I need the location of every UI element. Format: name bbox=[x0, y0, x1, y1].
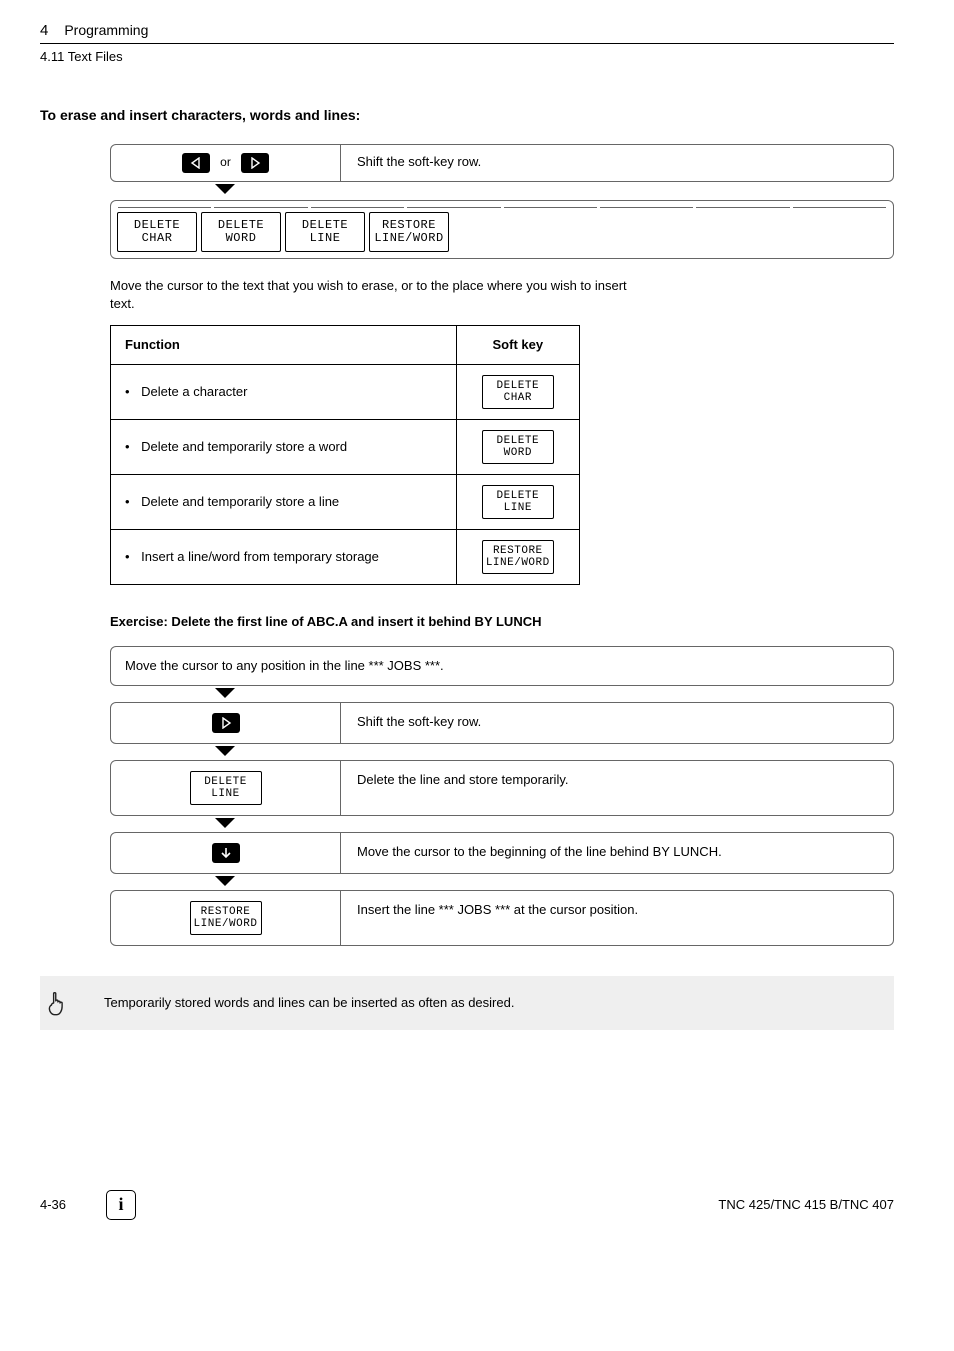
arrow-right-key[interactable] bbox=[212, 713, 240, 733]
table-row: • Delete and temporarily store a word DE… bbox=[111, 420, 580, 475]
shift-keys-group: or bbox=[111, 145, 341, 181]
softkey-line2: CHAR bbox=[142, 232, 173, 245]
flow-arrow bbox=[110, 686, 340, 702]
flow-step-5-text: Insert the line *** JOBS *** at the curs… bbox=[341, 891, 893, 945]
flow-step-4: Move the cursor to the beginning of the … bbox=[110, 832, 894, 874]
section-number: 4.11 bbox=[40, 49, 64, 64]
flow-arrow bbox=[110, 874, 340, 890]
flow-step-4-text: Move the cursor to the beginning of the … bbox=[341, 833, 893, 873]
info-icon: i bbox=[106, 1190, 136, 1220]
page-header: 4 Programming bbox=[40, 20, 894, 44]
softkey-restore-line-word[interactable]: RESTORE LINE/WORD bbox=[190, 901, 262, 935]
softkey-line2: LINE/WORD bbox=[374, 232, 443, 245]
table-row: • Delete a character DELETE CHAR bbox=[111, 365, 580, 420]
softkey-delete-line[interactable]: DELETE LINE bbox=[482, 485, 554, 519]
arrow-right-key[interactable] bbox=[241, 153, 269, 173]
note-text: Temporarily stored words and lines can b… bbox=[104, 994, 514, 1012]
page-footer: 4-36 i TNC 425/TNC 415 B/TNC 407 bbox=[40, 1190, 894, 1220]
table-row: • Insert a line/word from temporary stor… bbox=[111, 530, 580, 585]
flow-step-3-text: Delete the line and store temporarily. bbox=[341, 761, 893, 815]
flow-step-2: Shift the soft-key row. bbox=[110, 702, 894, 744]
hand-icon bbox=[40, 986, 80, 1020]
fn-text: Delete a character bbox=[141, 383, 247, 401]
shift-instruction: Shift the soft-key row. bbox=[341, 145, 893, 181]
table-row: • Delete and temporarily store a line DE… bbox=[111, 475, 580, 530]
flow-step-1: Move the cursor to any position in the l… bbox=[110, 646, 894, 686]
or-label: or bbox=[220, 154, 231, 171]
softkey-line1: RESTORE bbox=[382, 219, 436, 232]
softkey-restore-line-word[interactable]: RESTORE LINE/WORD bbox=[369, 212, 449, 252]
softkey-line2: WORD bbox=[226, 232, 257, 245]
flow-arrow bbox=[110, 816, 340, 832]
page-number: 4-36 bbox=[40, 1196, 66, 1214]
arrow-left-key[interactable] bbox=[182, 153, 210, 173]
arrow-down-key[interactable] bbox=[212, 843, 240, 863]
fn-text: Delete and temporarily store a word bbox=[141, 438, 347, 456]
softkey-delete-line[interactable]: DELETE LINE bbox=[190, 771, 262, 805]
flow-step-3: DELETE LINE Delete the line and store te… bbox=[110, 760, 894, 816]
softkey-restore-line-word[interactable]: RESTORE LINE/WORD bbox=[482, 540, 554, 574]
fn-text: Delete and temporarily store a line bbox=[141, 493, 339, 511]
softkey-delete-char[interactable]: DELETE CHAR bbox=[482, 375, 554, 409]
th-function: Function bbox=[111, 326, 457, 365]
softkey-bar: DELETE CHAR DELETE WORD DELETE LINE REST… bbox=[110, 200, 894, 259]
intro-paragraph: Move the cursor to the text that you wis… bbox=[110, 277, 630, 313]
softkey-line1: DELETE bbox=[302, 219, 348, 232]
softkey-delete-word[interactable]: DELETE WORD bbox=[482, 430, 554, 464]
model-label: TNC 425/TNC 415 B/TNC 407 bbox=[718, 1196, 894, 1214]
heading-erase-insert: To erase and insert characters, words an… bbox=[40, 106, 894, 126]
softkey-line2: LINE bbox=[310, 232, 341, 245]
note-box: Temporarily stored words and lines can b… bbox=[40, 976, 894, 1030]
flow-step-5: RESTORE LINE/WORD Insert the line *** JO… bbox=[110, 890, 894, 946]
softkey-delete-line[interactable]: DELETE LINE bbox=[285, 212, 365, 252]
softkey-delete-word[interactable]: DELETE WORD bbox=[201, 212, 281, 252]
chapter-title: Programming bbox=[64, 21, 148, 41]
function-table: Function Soft key • Delete a character D… bbox=[110, 325, 580, 585]
softkey-delete-char[interactable]: DELETE CHAR bbox=[117, 212, 197, 252]
flow-arrow bbox=[110, 744, 340, 760]
exercise-heading: Exercise: Delete the first line of ABC.A… bbox=[110, 613, 894, 631]
section-title: Text Files bbox=[68, 49, 123, 64]
th-softkey: Soft key bbox=[456, 326, 579, 365]
chapter-number: 4 bbox=[40, 20, 48, 41]
flow-step-2-text: Shift the soft-key row. bbox=[341, 703, 893, 743]
fn-text: Insert a line/word from temporary storag… bbox=[141, 548, 379, 566]
softkey-line1: DELETE bbox=[134, 219, 180, 232]
flow-arrow-1 bbox=[110, 182, 340, 200]
shift-softkey-box: or Shift the soft-key row. bbox=[110, 144, 894, 182]
section-header: 4.11 Text Files bbox=[40, 48, 894, 66]
softkey-line1: DELETE bbox=[218, 219, 264, 232]
